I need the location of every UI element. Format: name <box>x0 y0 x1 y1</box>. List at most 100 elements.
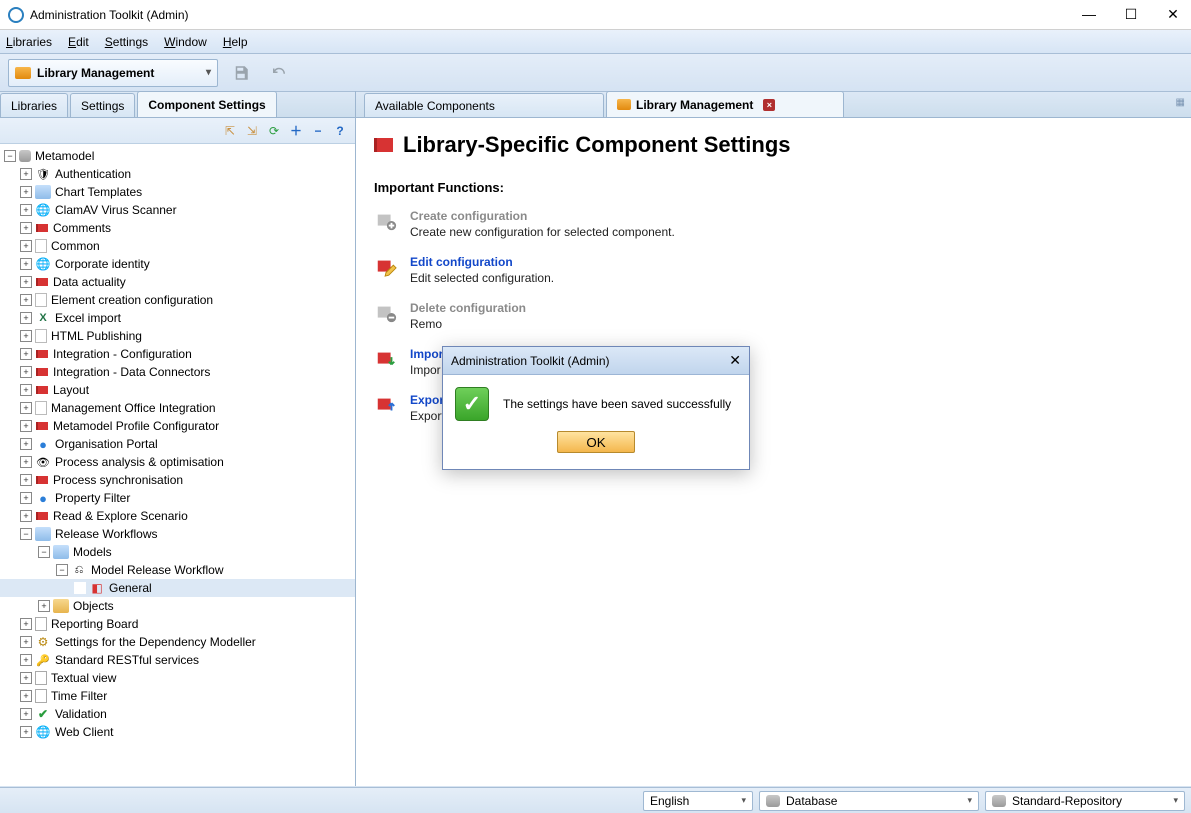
repository-dropdown[interactable]: Standard-Repository ▾ <box>985 791 1185 811</box>
save-button[interactable] <box>226 58 256 88</box>
function-title[interactable]: Edit configuration <box>410 255 554 269</box>
expander-icon[interactable]: − <box>20 528 32 540</box>
tree-item-models[interactable]: − Models <box>0 543 355 561</box>
tab-library-management[interactable]: Library Management × <box>606 91 844 117</box>
expander-icon[interactable]: + <box>20 492 32 504</box>
expander-icon[interactable]: + <box>20 654 32 666</box>
tree-item[interactable]: +Excel import <box>0 309 355 327</box>
expander-icon[interactable]: − <box>38 546 50 558</box>
library-dropdown[interactable]: Library Management ▾ <box>8 59 218 87</box>
expander-icon[interactable]: + <box>20 402 32 414</box>
expander-icon[interactable]: + <box>20 276 32 288</box>
tree-item[interactable]: +Corporate identity <box>0 255 355 273</box>
expander-icon[interactable]: + <box>20 222 32 234</box>
tree-item[interactable]: +Chart Templates <box>0 183 355 201</box>
tree-item[interactable]: +Property Filter <box>0 489 355 507</box>
collapse-icon[interactable]: ⇱ <box>221 122 239 140</box>
expander-icon[interactable]: + <box>20 294 32 306</box>
tree-item[interactable]: +Process synchronisation <box>0 471 355 489</box>
tree-item[interactable]: +Layout <box>0 381 355 399</box>
tree-item[interactable]: +Read & Explore Scenario <box>0 507 355 525</box>
tree-item[interactable]: +Metamodel Profile Configurator <box>0 417 355 435</box>
tree-item[interactable]: +ClamAV Virus Scanner <box>0 201 355 219</box>
tree-item[interactable]: +Settings for the Dependency Modeller <box>0 633 355 651</box>
tree-item[interactable]: +Element creation configuration <box>0 291 355 309</box>
bluedot-icon <box>35 491 51 505</box>
tree-item[interactable]: +Organisation Portal <box>0 435 355 453</box>
tree-item[interactable]: +Management Office Integration <box>0 399 355 417</box>
tab-libraries[interactable]: Libraries <box>0 93 68 117</box>
close-button[interactable]: ✕ <box>1163 6 1183 23</box>
expander-icon[interactable]: + <box>20 726 32 738</box>
tab-available-components[interactable]: Available Components <box>364 93 604 117</box>
maximize-button[interactable]: ☐ <box>1121 6 1141 23</box>
menu-window[interactable]: Window <box>164 35 207 49</box>
expander-icon[interactable]: + <box>20 420 32 432</box>
expander-icon[interactable]: + <box>20 510 32 522</box>
tree-item[interactable]: +Time Filter <box>0 687 355 705</box>
menu-settings[interactable]: Settings <box>105 35 148 49</box>
tree-item[interactable]: +Reporting Board <box>0 615 355 633</box>
tree-item[interactable]: +Web Client <box>0 723 355 741</box>
help-icon[interactable]: ? <box>331 122 349 140</box>
add-icon[interactable]: ＋ <box>287 122 305 140</box>
tree-root[interactable]: − Metamodel <box>0 147 355 165</box>
expander-icon[interactable]: + <box>20 330 32 342</box>
tree-item[interactable]: +Common <box>0 237 355 255</box>
tab-overflow-icon[interactable]: ▦ <box>1176 97 1185 108</box>
menu-edit[interactable]: Edit <box>68 35 89 49</box>
expand-icon[interactable]: ⇲ <box>243 122 261 140</box>
expander-icon[interactable]: + <box>20 618 32 630</box>
expander-icon[interactable]: − <box>4 150 16 162</box>
close-tab-button[interactable]: × <box>763 99 775 111</box>
expander-icon[interactable]: + <box>20 438 32 450</box>
language-dropdown[interactable]: English ▾ <box>643 791 753 811</box>
tree-item[interactable]: +Integration - Data Connectors <box>0 363 355 381</box>
expander-icon[interactable]: + <box>20 312 32 324</box>
expander-icon[interactable]: + <box>20 240 32 252</box>
refresh-icon[interactable]: ⟳ <box>265 122 283 140</box>
remove-icon[interactable]: − <box>309 122 327 140</box>
tree-item-model-release-workflow[interactable]: − Model Release Workflow <box>0 561 355 579</box>
expander-icon[interactable]: + <box>20 672 32 684</box>
tree-item[interactable]: +Comments <box>0 219 355 237</box>
dialog-close-button[interactable]: ✕ <box>729 352 741 369</box>
expander-icon[interactable]: + <box>20 258 32 270</box>
expander-icon[interactable]: + <box>20 456 32 468</box>
tree-item[interactable]: +Textual view <box>0 669 355 687</box>
tree-item[interactable]: + Authentication <box>0 165 355 183</box>
tab-component-settings[interactable]: Component Settings <box>137 91 276 117</box>
minimize-button[interactable]: — <box>1079 6 1099 23</box>
expander-icon[interactable]: + <box>20 384 32 396</box>
tree-item[interactable]: +HTML Publishing <box>0 327 355 345</box>
tree-item-general[interactable]: General <box>0 579 355 597</box>
expander-icon[interactable]: + <box>20 474 32 486</box>
expander-icon[interactable]: + <box>20 708 32 720</box>
undo-button[interactable] <box>264 58 294 88</box>
menu-libraries[interactable]: Libraries <box>6 35 52 49</box>
expander-icon[interactable]: + <box>20 690 32 702</box>
function-title[interactable]: Impor <box>410 347 443 361</box>
expander-icon[interactable]: + <box>20 186 32 198</box>
tree-item-label: Authentication <box>55 167 131 181</box>
database-dropdown[interactable]: Database ▾ <box>759 791 979 811</box>
tree-item[interactable]: +Integration - Configuration <box>0 345 355 363</box>
tab-settings[interactable]: Settings <box>70 93 135 117</box>
expander-icon[interactable]: + <box>20 348 32 360</box>
page-title: Library-Specific Component Settings <box>374 132 1173 158</box>
tree-item-release-workflows[interactable]: − Release Workflows <box>0 525 355 543</box>
expander-icon[interactable]: + <box>38 600 50 612</box>
expander-icon[interactable]: + <box>20 636 32 648</box>
tab-label: Component Settings <box>148 98 265 112</box>
tree-item[interactable]: +Data actuality <box>0 273 355 291</box>
tree-item[interactable]: +Process analysis & optimisation <box>0 453 355 471</box>
expander-icon[interactable]: + <box>20 168 32 180</box>
tree-item[interactable]: +Validation <box>0 705 355 723</box>
expander-icon[interactable]: + <box>20 204 32 216</box>
expander-icon[interactable]: + <box>20 366 32 378</box>
menu-help[interactable]: Help <box>223 35 248 49</box>
expander-icon[interactable]: − <box>56 564 68 576</box>
tree-item-objects[interactable]: + Objects <box>0 597 355 615</box>
tree-item[interactable]: +Standard RESTful services <box>0 651 355 669</box>
ok-button[interactable]: OK <box>557 431 635 453</box>
